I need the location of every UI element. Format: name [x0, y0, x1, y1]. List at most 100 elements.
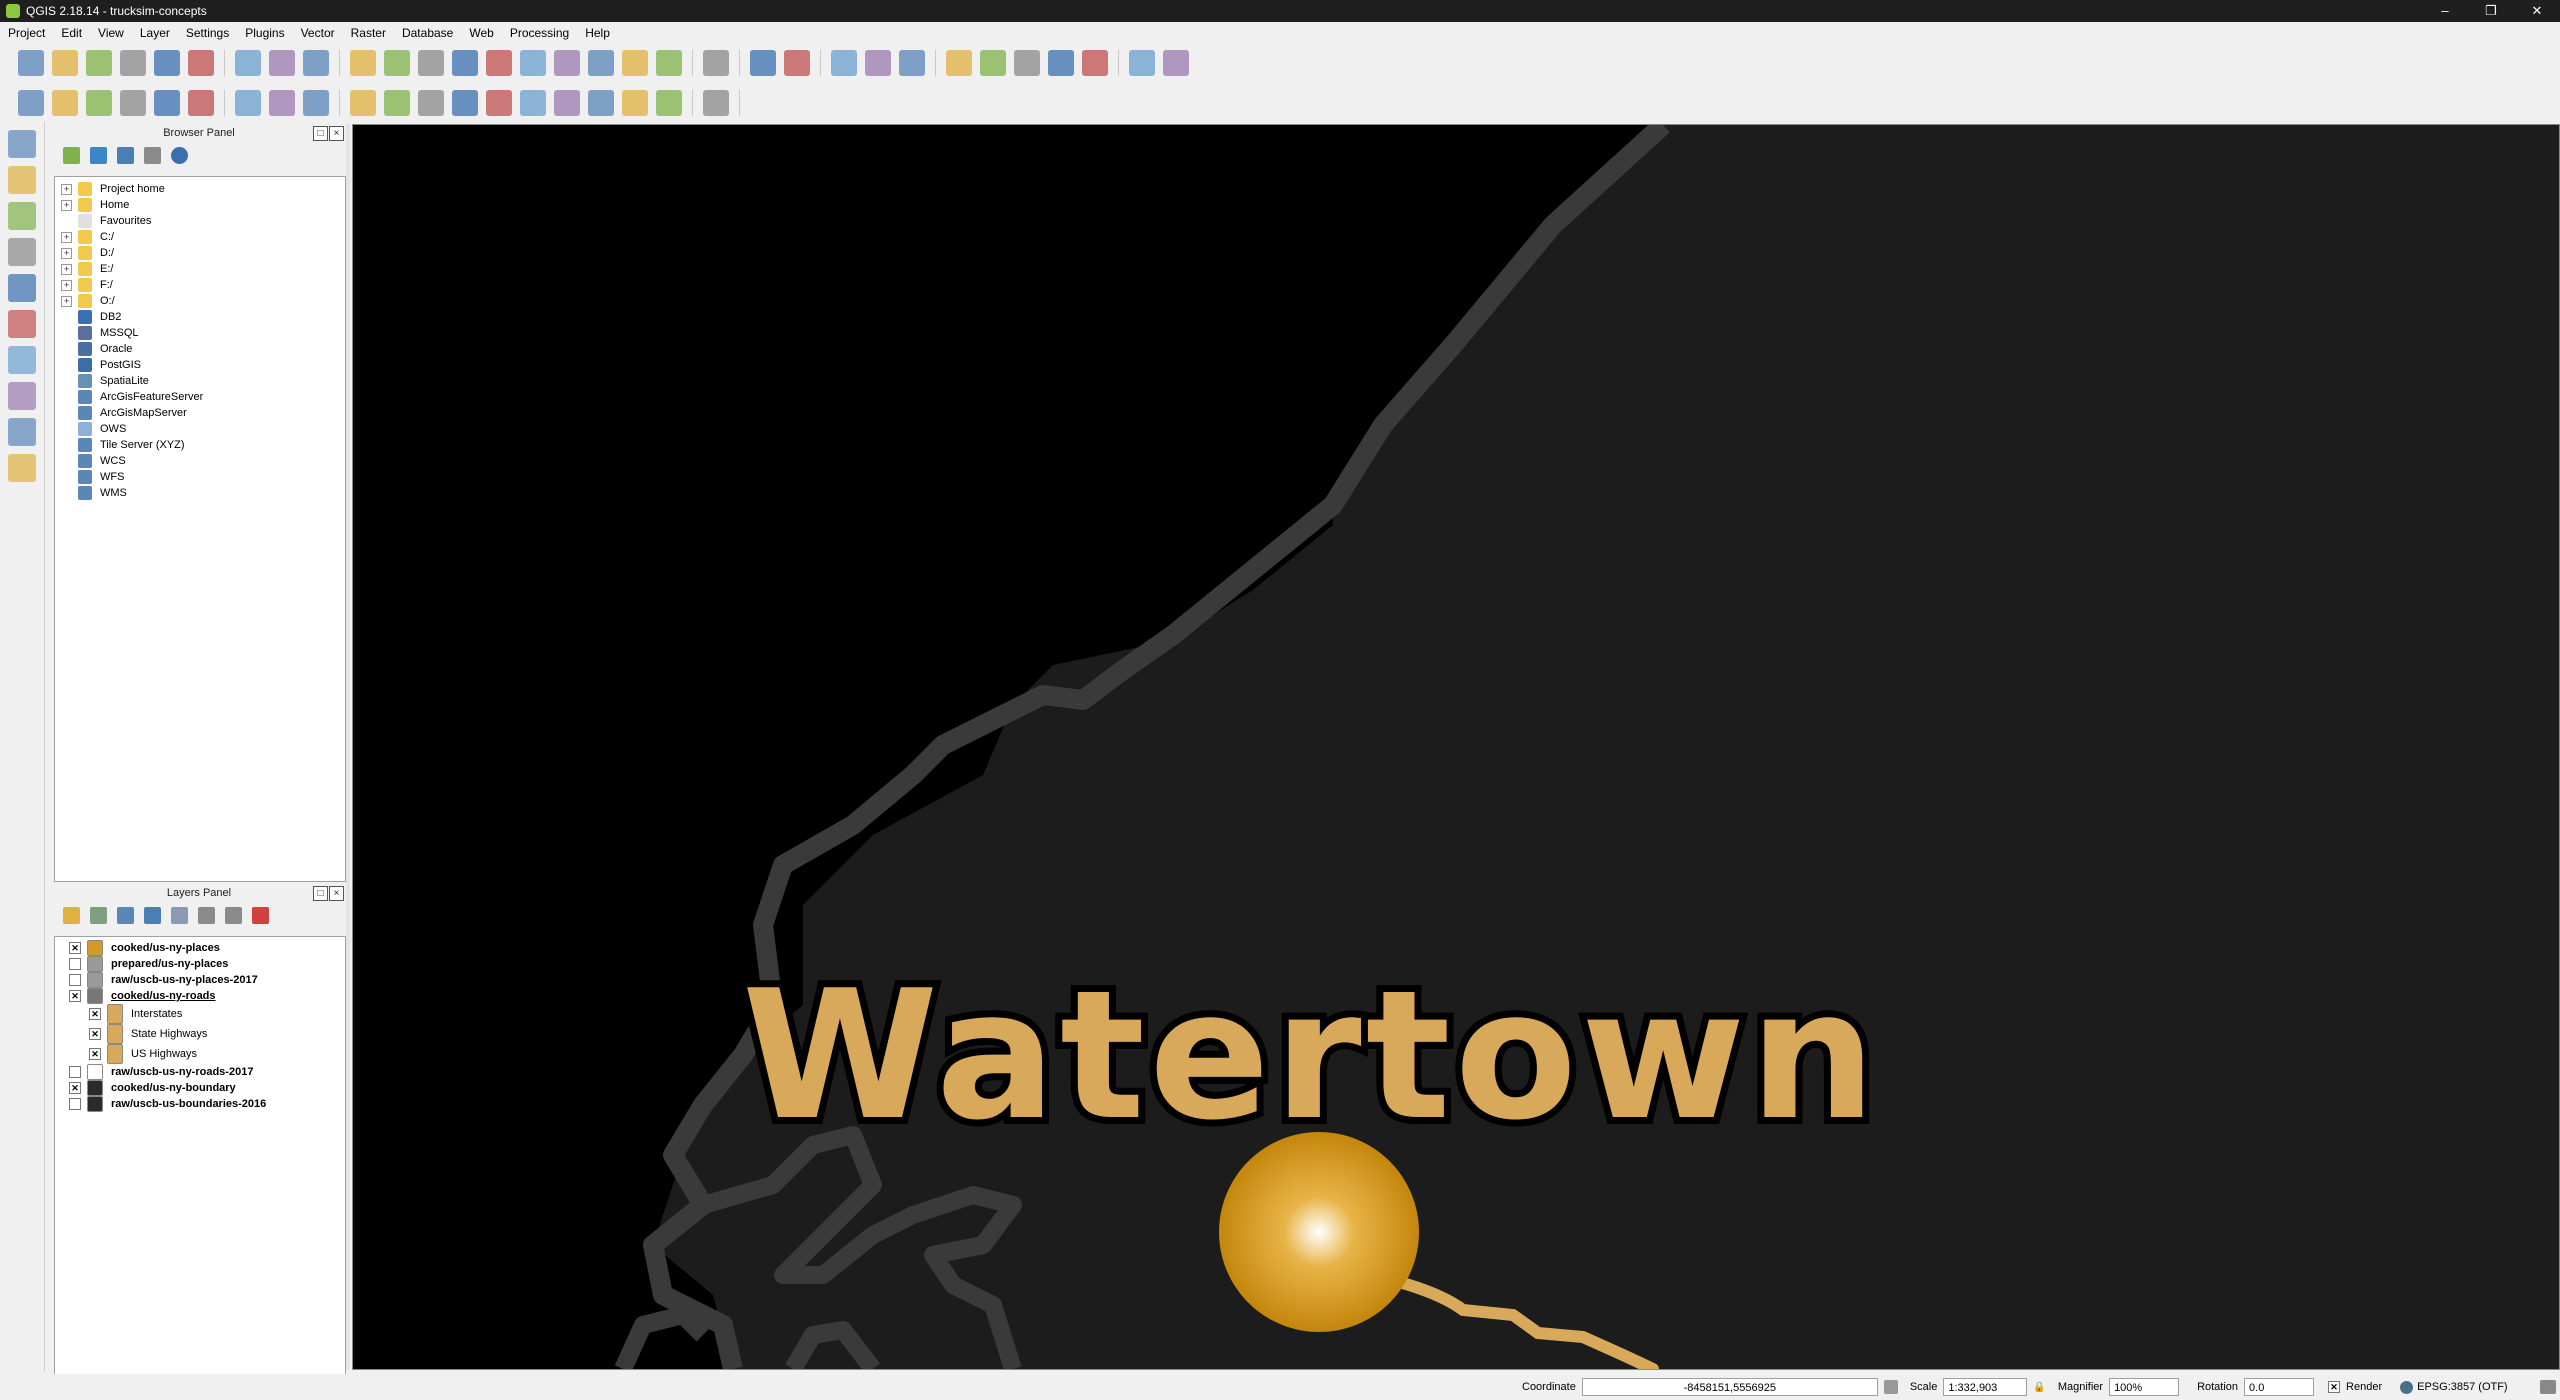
- filter-expression-icon[interactable]: [171, 906, 188, 924]
- expand-icon[interactable]: +: [61, 295, 72, 307]
- menu-settings[interactable]: Settings: [178, 26, 237, 40]
- rotation-spinbox[interactable]: 0.0: [2244, 1378, 2315, 1396]
- expand-icon[interactable]: +: [61, 247, 72, 259]
- add-feature-icon[interactable]: [120, 90, 146, 116]
- new-project-icon[interactable]: [18, 50, 44, 76]
- browser-item[interactable]: PostGIS: [55, 357, 345, 373]
- float-panel-icon[interactable]: □: [313, 886, 328, 901]
- messages-icon[interactable]: [2539, 1380, 2556, 1394]
- text-annotation-icon[interactable]: [1129, 50, 1155, 76]
- remove-layer-icon[interactable]: [252, 906, 269, 924]
- zoom-selection-icon[interactable]: [486, 50, 512, 76]
- browser-item[interactable]: ArcGisFeatureServer: [55, 389, 345, 405]
- open-styling-icon[interactable]: [63, 906, 80, 924]
- browser-item[interactable]: + E:/: [55, 261, 345, 277]
- zoom-native-icon[interactable]: [418, 50, 444, 76]
- filter-icon[interactable]: [117, 146, 134, 164]
- menu-help[interactable]: Help: [577, 26, 618, 40]
- browser-item[interactable]: DB2: [55, 309, 345, 325]
- layer-item[interactable]: ✕ cooked/us-ny-places: [55, 940, 345, 956]
- close-icon[interactable]: ✕: [2514, 0, 2560, 22]
- toggle-extents-icon[interactable]: [1883, 1380, 1898, 1394]
- add-selected-layers-icon[interactable]: [63, 146, 80, 164]
- layer-item[interactable]: ✕ cooked/us-ny-roads: [55, 988, 345, 1004]
- layer-visibility-checkbox[interactable]: ✕: [89, 1008, 101, 1020]
- menu-vector[interactable]: Vector: [293, 26, 343, 40]
- pan-icon[interactable]: [269, 50, 295, 76]
- add-wms-layer-icon[interactable]: [8, 274, 36, 302]
- zoom-next-icon[interactable]: [588, 50, 614, 76]
- refresh-icon[interactable]: [90, 146, 107, 164]
- close-panel-icon[interactable]: ×: [329, 126, 344, 141]
- browser-item[interactable]: + O:/: [55, 293, 345, 309]
- composer-manager-icon[interactable]: [188, 50, 214, 76]
- new-bookmark-icon[interactable]: [622, 50, 648, 76]
- select-feature-icon[interactable]: [831, 50, 857, 76]
- save-as-icon[interactable]: [120, 50, 146, 76]
- attribute-table-icon[interactable]: [946, 50, 972, 76]
- scale-combo[interactable]: 1:332,903: [1943, 1378, 2028, 1396]
- add-virtual-layer-icon[interactable]: [8, 418, 36, 446]
- paste-features-icon[interactable]: [350, 90, 376, 116]
- zoom-layer-icon[interactable]: [520, 50, 546, 76]
- town-marker[interactable]: [1219, 1132, 1419, 1332]
- filter-legend-icon[interactable]: [144, 906, 161, 924]
- add-delimited-text-icon[interactable]: [8, 382, 36, 410]
- expand-icon[interactable]: +: [61, 231, 72, 243]
- identify-icon[interactable]: [750, 50, 776, 76]
- pan-map-icon[interactable]: [303, 50, 329, 76]
- browser-item[interactable]: + C:/: [55, 229, 345, 245]
- layer-item[interactable]: ✕ US Highways: [55, 1044, 345, 1064]
- statistics-icon[interactable]: [1014, 50, 1040, 76]
- move-label-icon[interactable]: [520, 90, 546, 116]
- magnifier-spinbox[interactable]: 100%: [2109, 1378, 2180, 1396]
- print-composer-icon[interactable]: [154, 50, 180, 76]
- zoom-last-icon[interactable]: [554, 50, 580, 76]
- zoom-in-icon[interactable]: [350, 50, 376, 76]
- add-mssql-layer-icon[interactable]: [8, 238, 36, 266]
- browser-item[interactable]: Tile Server (XYZ): [55, 437, 345, 453]
- pan-to-selection-icon[interactable]: [235, 50, 261, 76]
- browser-item[interactable]: WCS: [55, 453, 345, 469]
- layer-item[interactable]: raw/uscb-us-ny-roads-2017: [55, 1064, 345, 1080]
- toggle-editing-icon[interactable]: [52, 90, 78, 116]
- layer-visibility-checkbox[interactable]: ✕: [69, 990, 81, 1002]
- coordinate-field[interactable]: -8458151,5556925: [1581, 1378, 1878, 1396]
- crs-globe-icon[interactable]: [2400, 1380, 2414, 1394]
- restore-icon[interactable]: ❐: [2468, 0, 2514, 22]
- minimize-icon[interactable]: –: [2422, 0, 2468, 22]
- menu-web[interactable]: Web: [461, 26, 501, 40]
- browser-item[interactable]: OWS: [55, 421, 345, 437]
- menu-database[interactable]: Database: [394, 26, 461, 40]
- measure-icon[interactable]: [1048, 50, 1074, 76]
- layer-visibility-checkbox[interactable]: ✕: [69, 942, 81, 954]
- layer-visibility-checkbox[interactable]: [69, 958, 81, 970]
- csw-icon[interactable]: [656, 90, 682, 116]
- close-panel-icon[interactable]: ×: [329, 886, 344, 901]
- properties-icon[interactable]: [171, 146, 188, 164]
- layer-item[interactable]: ✕ State Highways: [55, 1024, 345, 1044]
- browser-item[interactable]: + Project home: [55, 181, 345, 197]
- action-icon[interactable]: [784, 50, 810, 76]
- change-label-icon[interactable]: [588, 90, 614, 116]
- expand-icon[interactable]: +: [61, 263, 72, 275]
- menu-layer[interactable]: Layer: [132, 26, 178, 40]
- float-panel-icon[interactable]: □: [313, 126, 328, 141]
- expand-icon[interactable]: +: [61, 183, 72, 195]
- node-tool-icon[interactable]: [188, 90, 214, 116]
- browser-item[interactable]: MSSQL: [55, 325, 345, 341]
- layer-visibility-checkbox[interactable]: [69, 974, 81, 986]
- layer-item[interactable]: ✕ cooked/us-ny-boundary: [55, 1080, 345, 1096]
- browser-item[interactable]: WMS: [55, 485, 345, 501]
- browser-item[interactable]: + Home: [55, 197, 345, 213]
- browser-item[interactable]: + F:/: [55, 277, 345, 293]
- copy-features-icon[interactable]: [303, 90, 329, 116]
- menu-edit[interactable]: Edit: [53, 26, 90, 40]
- show-labels-icon[interactable]: [486, 90, 512, 116]
- layer-visibility-checkbox[interactable]: ✕: [89, 1028, 101, 1040]
- add-group-icon[interactable]: [90, 906, 107, 924]
- label-tool-icon[interactable]: [622, 90, 648, 116]
- help-icon[interactable]: [1163, 50, 1189, 76]
- add-wcs-layer-icon[interactable]: [8, 310, 36, 338]
- delete-selected-icon[interactable]: [235, 90, 261, 116]
